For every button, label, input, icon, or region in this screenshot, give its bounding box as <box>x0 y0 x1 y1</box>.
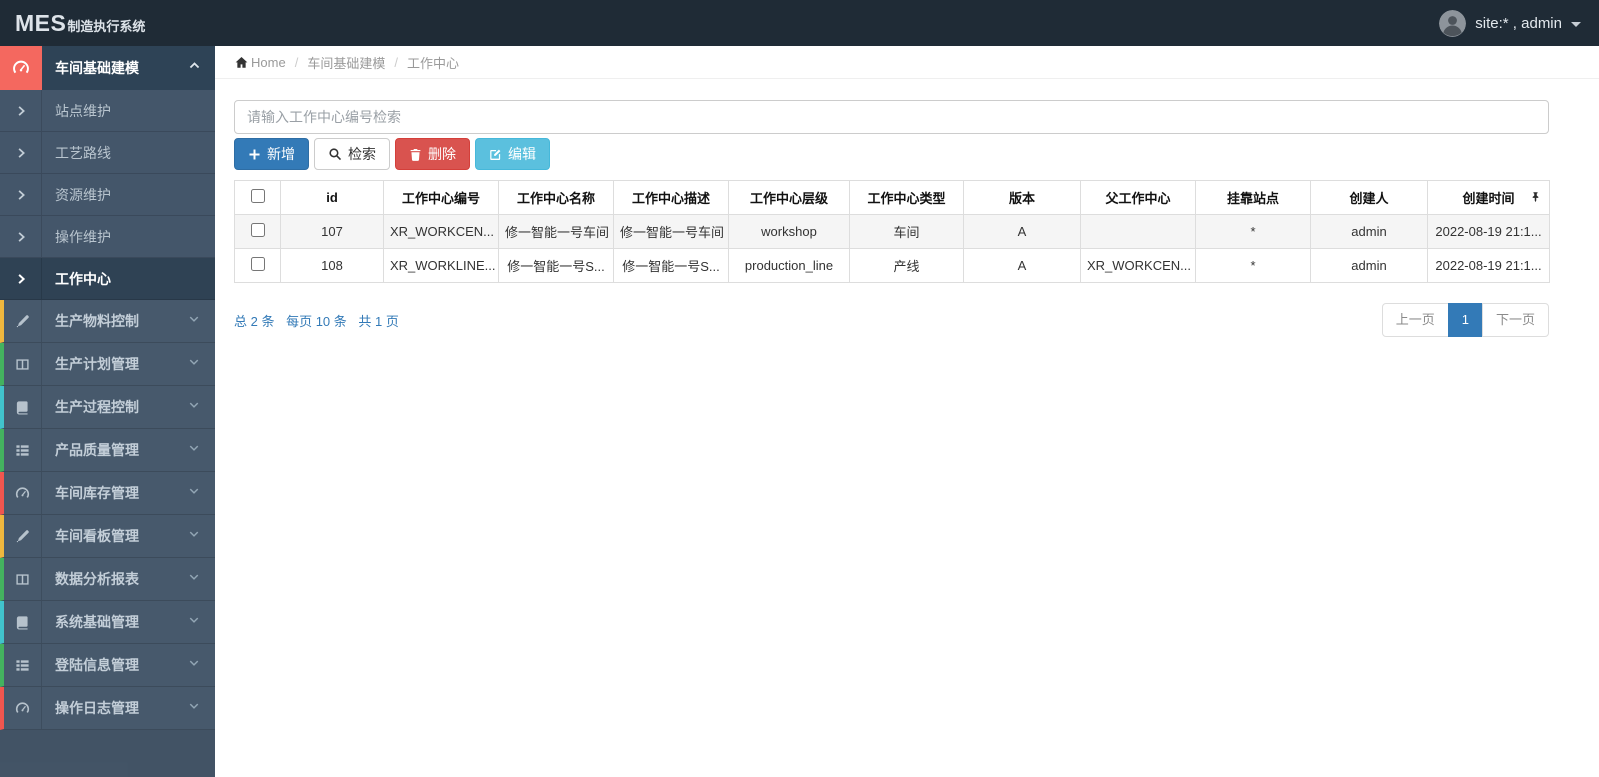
pagination-summary: 总 2 条 每页 10 条 共 1 页 <box>234 311 407 330</box>
sidebar-item-production-plan-management[interactable]: 生产计划管理 <box>0 343 215 386</box>
sidebar-subitem-resource-maintenance[interactable]: 资源维护 <box>0 174 215 216</box>
sidebar-item-workshop-inventory-management[interactable]: 车间库存管理 <box>0 472 215 515</box>
edit-icon <box>489 148 502 161</box>
pagination: 上一页 1 下一页 <box>1381 303 1549 338</box>
caret-down-icon <box>1571 21 1581 27</box>
per-page-count: 每页 10 条 <box>286 313 347 329</box>
col-header-name: 工作中心名称 <box>498 180 614 215</box>
add-button[interactable]: 新增 <box>234 138 309 170</box>
breadcrumb-current: 工作中心 <box>406 55 459 71</box>
page-count: 共 1 页 <box>358 313 399 329</box>
breadcrumb: Home / 车间基础建模 / 工作中心 <box>215 46 1599 79</box>
gauge-icon <box>4 472 42 514</box>
chevron-down-icon <box>188 699 215 717</box>
book-icon <box>4 601 42 643</box>
user-menu[interactable]: site:* , admin <box>1439 9 1599 37</box>
chevron-down-icon <box>188 570 215 588</box>
col-header-parent: 父工作中心 <box>1080 180 1196 215</box>
table-header-row: id 工作中心编号 工作中心名称 工作中心描述 工作中心层级 工作中心类型 版本… <box>234 180 1550 215</box>
chevron-right-icon <box>0 174 42 215</box>
delete-button[interactable]: 删除 <box>395 138 470 170</box>
chevron-down-icon <box>188 398 215 416</box>
row-checkbox[interactable] <box>250 223 265 237</box>
col-header-id: id <box>280 180 384 215</box>
search-input[interactable] <box>234 100 1549 134</box>
pencil-icon <box>4 515 42 557</box>
sidebar-item-operation-log-management[interactable]: 操作日志管理 <box>0 687 215 730</box>
search-icon <box>328 147 342 161</box>
col-header-level: 工作中心层级 <box>728 180 850 215</box>
breadcrumb-home[interactable]: Home <box>251 55 286 70</box>
row-checkbox[interactable] <box>250 257 265 271</box>
sidebar-item-production-material-control[interactable]: 生产物料控制 <box>0 300 215 343</box>
sidebar-item-product-quality-management[interactable]: 产品质量管理 <box>0 429 215 472</box>
brand-name: MES <box>15 9 67 36</box>
work-center-table: id 工作中心编号 工作中心名称 工作中心描述 工作中心层级 工作中心类型 版本… <box>234 180 1550 283</box>
sidebar-footer-space <box>0 730 215 777</box>
col-header-created-time: 创建时间 <box>1427 180 1550 215</box>
col-header-type: 工作中心类型 <box>849 180 964 215</box>
columns-icon <box>4 343 42 385</box>
search-button[interactable]: 检索 <box>314 138 390 170</box>
sidebar-subitem-operation-maintenance[interactable]: 操作维护 <box>0 216 215 258</box>
chevron-up-icon <box>188 59 201 77</box>
table-row[interactable]: 107 XR_WORKCEN... 修一智能一号车间 修一智能一号车间 work… <box>234 214 1550 249</box>
sidebar-item-production-process-control[interactable]: 生产过程控制 <box>0 386 215 429</box>
chevron-right-icon <box>0 132 42 173</box>
book-icon <box>4 386 42 428</box>
total-count: 总 2 条 <box>234 313 275 329</box>
avatar <box>1439 9 1467 37</box>
sidebar-item-login-info-management[interactable]: 登陆信息管理 <box>0 644 215 687</box>
page-1-button[interactable]: 1 <box>1447 303 1483 338</box>
pin-icon[interactable] <box>1530 190 1541 205</box>
trash-icon <box>409 148 422 161</box>
sidebar-subitem-process-route[interactable]: 工艺路线 <box>0 132 215 174</box>
col-header-version: 版本 <box>963 180 1081 215</box>
pencil-icon <box>4 300 42 342</box>
breadcrumb-separator: / <box>294 54 299 70</box>
sidebar: 车间基础建模 站点维护 工艺路线 资源维护 操作维护 工作中心 生产物料控制 生… <box>0 46 215 777</box>
list-icon <box>4 429 42 471</box>
select-all-checkbox[interactable] <box>250 189 265 203</box>
chevron-right-icon <box>0 258 42 299</box>
list-icon <box>4 644 42 686</box>
chevron-down-icon <box>188 312 215 330</box>
gauge-icon <box>0 46 42 90</box>
col-header-creator: 创建人 <box>1310 180 1428 215</box>
app-logo[interactable]: MES 制造执行系统 <box>0 10 145 37</box>
table-row[interactable]: 108 XR_WORKLINE... 修一智能一号S... 修一智能一号S...… <box>234 248 1550 283</box>
prev-page-button[interactable]: 上一页 <box>1381 303 1449 338</box>
col-header-station: 挂靠站点 <box>1195 180 1311 215</box>
plus-icon <box>248 148 261 161</box>
user-name: site:* , admin <box>1475 14 1562 32</box>
sidebar-item-workshop-base-modeling[interactable]: 车间基础建模 <box>0 46 215 90</box>
sidebar-subitem-station-maintenance[interactable]: 站点维护 <box>0 90 215 132</box>
top-navbar: MES 制造执行系统 site:* , admin <box>0 0 1599 46</box>
sidebar-item-data-analysis-report[interactable]: 数据分析报表 <box>0 558 215 601</box>
main-content: Home / 车间基础建模 / 工作中心 新增 检索 删除 编辑 <box>215 46 1599 777</box>
sidebar-item-label: 车间基础建模 <box>55 60 139 76</box>
next-page-button[interactable]: 下一页 <box>1481 303 1549 338</box>
sidebar-item-workshop-kanban-management[interactable]: 车间看板管理 <box>0 515 215 558</box>
gauge-icon <box>4 687 42 729</box>
chevron-down-icon <box>188 355 215 373</box>
breadcrumb-workshop-base-modeling[interactable]: 车间基础建模 <box>307 53 385 72</box>
sidebar-item-system-base-management[interactable]: 系统基础管理 <box>0 601 215 644</box>
chevron-down-icon <box>188 613 215 631</box>
chevron-down-icon <box>188 527 215 545</box>
brand-subtitle: 制造执行系统 <box>67 18 146 34</box>
chevron-down-icon <box>188 441 215 459</box>
chevron-down-icon <box>188 656 215 674</box>
breadcrumb-separator: / <box>394 54 398 70</box>
chevron-right-icon <box>0 216 42 257</box>
chevron-right-icon <box>0 90 42 131</box>
col-header-description: 工作中心描述 <box>613 180 729 215</box>
columns-icon <box>4 558 42 600</box>
sidebar-subitem-work-center[interactable]: 工作中心 <box>0 258 215 300</box>
edit-button[interactable]: 编辑 <box>475 138 550 170</box>
chevron-down-icon <box>188 484 215 502</box>
home-icon <box>235 56 248 69</box>
col-header-code: 工作中心编号 <box>383 180 499 215</box>
